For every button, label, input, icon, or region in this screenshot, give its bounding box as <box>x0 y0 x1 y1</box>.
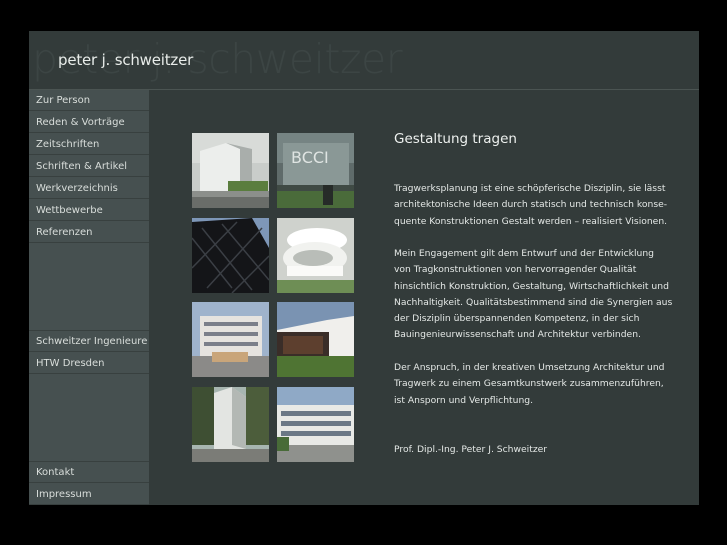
page-title: Gestaltung tragen <box>394 131 517 147</box>
project-thumb-curved-model[interactable] <box>277 218 354 293</box>
signature: Prof. Dipl.-Ing. Peter J. Schweitzer <box>394 444 548 455</box>
nav-spacer-2 <box>29 375 149 462</box>
text-line: Bauingenieurwissenschaft und Architektur… <box>394 329 641 341</box>
main-content: Gestaltung tragen Tragwerksplanung ist e… <box>394 131 672 455</box>
nav-htw-dresden[interactable]: HTW Dresden <box>29 353 149 374</box>
text-line: Tragwerk zu einem Gesamtkunstwerk zusamm… <box>394 378 664 390</box>
project-thumb-modern-house[interactable] <box>277 302 354 377</box>
text-line: ist Ansporn und Verpflichtung. <box>394 394 534 406</box>
header: peter j. schweitzer peter j. schweitzer <box>29 31 699 90</box>
nav-reden-vortraege[interactable]: Reden & Vorträge <box>29 112 149 133</box>
project-thumb-office-block[interactable] <box>192 302 269 377</box>
nav-referenzen[interactable]: Referenzen <box>29 222 149 243</box>
text-line: quente Konstruktionen Gestalt werden – r… <box>394 215 668 227</box>
text-line: architektonische Ideen durch statisch un… <box>394 199 668 211</box>
claim-paragraph: Der Anspruch, in der kreativen Umsetzung… <box>394 360 674 409</box>
nav-wettbewerbe[interactable]: Wettbewerbe <box>29 200 149 221</box>
nav-zeitschriften[interactable]: Zeitschriften <box>29 134 149 155</box>
page-frame: peter j. schweitzer peter j. schweitzer … <box>29 31 699 505</box>
text-line: der Disziplin überspannenden Kompetenz, … <box>394 313 640 325</box>
project-thumb-diagrid-facade[interactable] <box>192 218 269 293</box>
nav-schriften-artikel[interactable]: Schriften & Artikel <box>29 156 149 177</box>
nav-werkverzeichnis[interactable]: Werkverzeichnis <box>29 178 149 199</box>
intro-paragraph: Tragwerksplanung ist eine schöpferische … <box>394 181 674 230</box>
nav-impressum[interactable]: Impressum <box>29 484 149 505</box>
site-title[interactable]: peter j. schweitzer <box>58 51 193 69</box>
project-thumb-bcc-building[interactable]: BCCI <box>277 133 354 208</box>
project-thumb-sloped-building[interactable] <box>192 387 269 462</box>
text-line: Tragwerksplanung ist eine schöpferische … <box>394 183 666 194</box>
text-line: von Tragkonstruktionen von hervorragende… <box>394 264 637 276</box>
text-line: Der Anspruch, in der kreativen Umsetzung… <box>394 362 665 373</box>
nav-kontakt[interactable]: Kontakt <box>29 462 149 483</box>
nav-schweitzer-ingenieure[interactable]: Schweitzer Ingenieure <box>29 331 149 352</box>
nav-zur-person[interactable]: Zur Person <box>29 90 149 111</box>
engagement-paragraph: Mein Engagement gilt dem Entwurf und der… <box>394 246 674 344</box>
bcc-sign-text: BCCI <box>291 148 329 167</box>
text-line: Mein Engagement gilt dem Entwurf und der… <box>394 248 654 259</box>
nav-spacer <box>29 244 149 331</box>
project-thumb-cube-building[interactable] <box>192 133 269 208</box>
sidebar-nav: Zur Person Reden & Vorträge Zeitschrifte… <box>29 90 149 505</box>
text-line: hinsichtlich Konstruktion, Gestaltung, W… <box>394 280 669 292</box>
project-thumb-campus-building[interactable] <box>277 387 354 462</box>
text-line: Nachhaltigkeit. Qualitätsbestimmend sind… <box>394 296 673 308</box>
